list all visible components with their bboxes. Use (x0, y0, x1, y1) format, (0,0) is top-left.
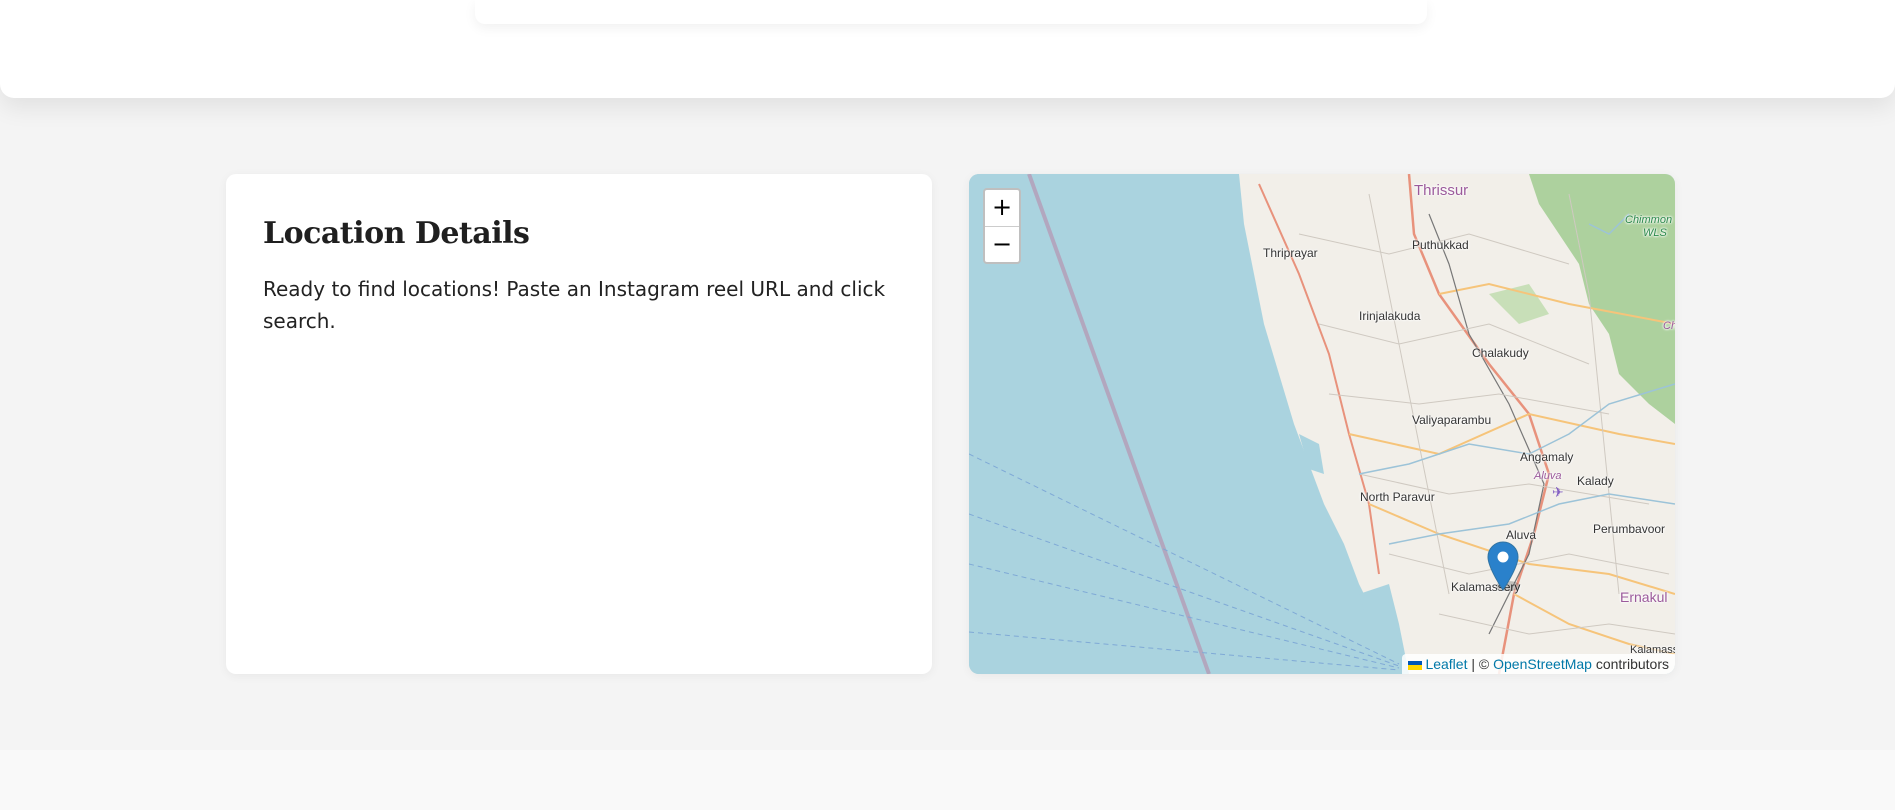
svg-text:✈: ✈ (1552, 485, 1564, 501)
place-label-thrissur: Thrissur (1414, 182, 1469, 199)
zoom-control: + − (983, 188, 1021, 264)
place-label-thriprayar: Thriprayar (1263, 246, 1318, 260)
ukraine-flag-icon (1408, 660, 1423, 670)
map-attribution: Leaflet | © OpenStreetMap contributors (1402, 654, 1675, 674)
place-label-kalady: Kalady (1577, 474, 1614, 488)
location-details-card: Location Details Ready to find locations… (226, 174, 932, 674)
place-label-north-paravur: North Paravur (1360, 490, 1435, 504)
place-label-wls: WLS (1643, 227, 1667, 239)
openstreetmap-link[interactable]: OpenStreetMap (1493, 656, 1592, 672)
map-pin-icon[interactable] (1486, 540, 1520, 592)
place-label-chalakudy: Chalakudy (1472, 346, 1529, 360)
attribution-contributors: contributors (1591, 656, 1669, 672)
location-details-message: Ready to find locations! Paste an Instag… (263, 277, 886, 333)
place-label-ernakulam: Ernakul (1620, 589, 1668, 605)
location-details-title: Location Details (263, 216, 530, 251)
place-label-angamaly: Angamaly (1520, 450, 1574, 464)
place-label-irinjalakuda: Irinjalakuda (1359, 309, 1421, 323)
attribution-separator: | © (1467, 656, 1494, 672)
place-label-chimmoni: Chimmon (1625, 214, 1673, 226)
place-label-perumbavoor: Perumbavoor (1593, 522, 1666, 536)
map-tiles[interactable]: ✈ (969, 174, 1675, 674)
place-label-aluva-river: Aluva (1534, 470, 1562, 482)
footer-section (0, 750, 1895, 810)
leaflet-link[interactable]: Leaflet (1425, 656, 1467, 672)
place-label-ch: Ch (1663, 320, 1675, 332)
zoom-out-button[interactable]: − (985, 226, 1019, 262)
map[interactable]: ✈ Thrissur Thriprayar Puthukkad Irinjala… (969, 174, 1675, 674)
place-label-valiyaparambu: Valiyaparambu (1412, 413, 1492, 427)
zoom-in-button[interactable]: + (985, 190, 1019, 226)
place-label-puthukkad: Puthukkad (1412, 238, 1469, 252)
search-card (475, 0, 1427, 24)
